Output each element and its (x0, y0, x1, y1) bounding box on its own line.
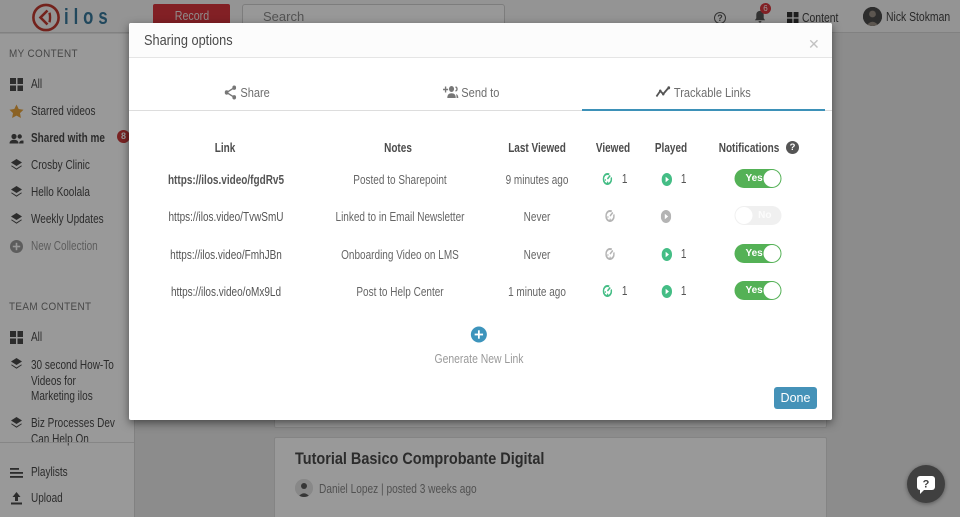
svg-text:?: ? (923, 479, 930, 491)
